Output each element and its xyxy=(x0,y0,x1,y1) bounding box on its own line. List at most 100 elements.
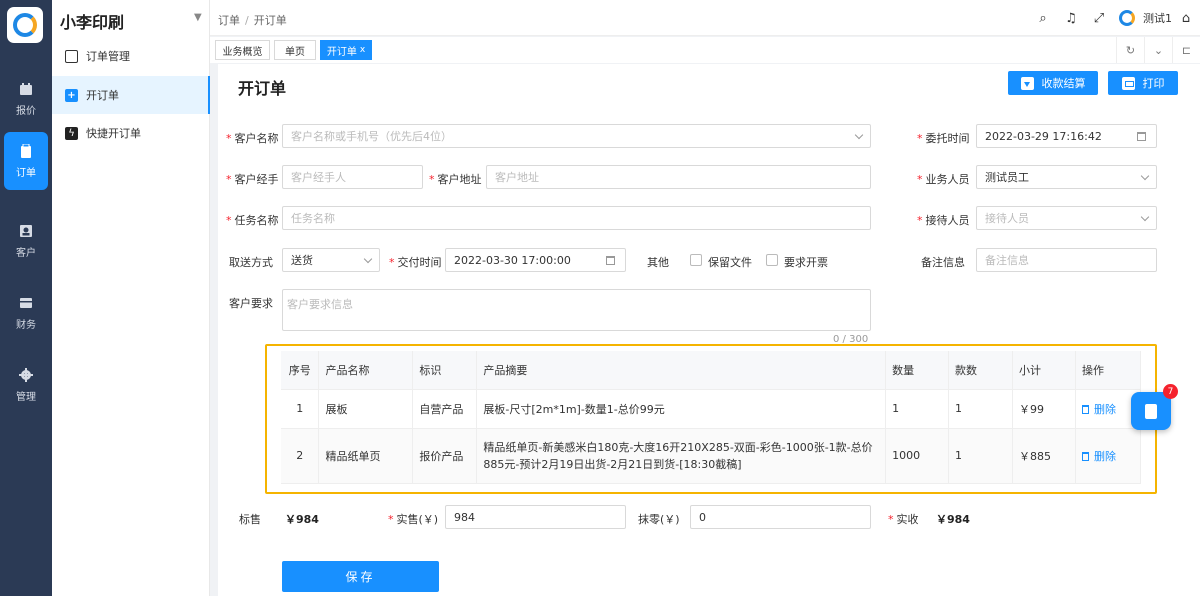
row-no: 1 xyxy=(281,389,320,429)
settle-button[interactable]: 收款结算 xyxy=(1008,71,1098,95)
table-header-cell: 标识 xyxy=(412,351,478,390)
delivery-method-select[interactable]: 送货 xyxy=(282,248,380,272)
row-subtotal: ￥885 xyxy=(1012,428,1076,484)
salesperson-select[interactable]: 测试员工 xyxy=(976,165,1157,189)
table-header-cell: 小计 xyxy=(1012,351,1076,390)
tab-new-order[interactable]: 开订单 x xyxy=(320,40,372,60)
receptionist-label: * 接待人员 xyxy=(917,214,970,227)
remarks-input[interactable]: 备注信息 xyxy=(976,248,1157,272)
rounding-input[interactable]: 0 xyxy=(690,505,871,529)
delete-button[interactable]: 删除 xyxy=(1081,450,1116,463)
page-title: 开订单 xyxy=(238,79,287,98)
row-subtotal: ￥99 xyxy=(1012,389,1076,429)
rail-item-order[interactable]: 订单 xyxy=(4,132,48,190)
tab-tools: ↻ ⌄ ⊏ xyxy=(1116,37,1200,63)
delete-button[interactable]: 删除 xyxy=(1081,403,1116,416)
rail-item-quote[interactable]: 报价 xyxy=(0,70,52,128)
bell-icon[interactable]: ♫ xyxy=(1057,11,1085,26)
trash-icon xyxy=(1081,451,1089,461)
task-name-label: * 任务名称 xyxy=(226,214,279,227)
entrust-time-picker[interactable]: 2022-03-29 17:16:42 xyxy=(976,124,1157,148)
row-styles: 1 xyxy=(948,389,1013,429)
print-button[interactable]: 打印 xyxy=(1108,71,1178,95)
row-summary: 展板-尺寸[2m*1m]-数量1-总价99元 xyxy=(476,389,887,429)
row-product-name: 精品纸单页 xyxy=(318,428,414,484)
keep-files-checkbox[interactable] xyxy=(690,254,702,266)
clipboard-icon xyxy=(21,143,31,158)
submenu-item-quick-order[interactable]: ϟ 快捷开订单 xyxy=(52,114,210,152)
search-icon[interactable]: ⌕ xyxy=(1029,11,1057,26)
customer-address-placeholder: 客户地址 xyxy=(495,171,539,184)
remarks-label: 备注信息 xyxy=(921,256,965,269)
submenu-item-new-order[interactable]: + 开订单 xyxy=(52,76,210,114)
breadcrumb: 订单 / 开订单 xyxy=(218,12,287,28)
tab-single-page[interactable]: 单页 xyxy=(274,40,316,60)
submenu-label: 开订单 xyxy=(86,89,119,102)
requirements-textarea[interactable]: 客户要求信息 xyxy=(282,289,871,331)
plus-square-icon: + xyxy=(65,88,78,102)
task-name-placeholder: 任务名称 xyxy=(291,212,335,225)
bolt-icon: ϟ xyxy=(65,126,78,140)
wallet-icon xyxy=(20,297,32,308)
table-header-cell: 产品摘要 xyxy=(476,351,887,390)
clipboard-icon xyxy=(1145,403,1157,419)
left-rail: 报价 订单 客户 财务 管理 xyxy=(0,0,52,596)
actual-sale-label: * 实售(￥) xyxy=(388,513,439,526)
rail-label: 财务 xyxy=(16,319,36,331)
delivery-method-value: 送货 xyxy=(291,254,313,267)
need-invoice-checkbox[interactable] xyxy=(766,254,778,266)
user-menu[interactable]: 测试1 xyxy=(1119,10,1172,26)
customer-address-input[interactable]: 客户地址 xyxy=(486,165,871,189)
row-no: 2 xyxy=(281,428,320,484)
rail-item-finance[interactable]: 财务 xyxy=(0,284,52,342)
table-header-cell: 产品名称 xyxy=(318,351,414,390)
actual-sale-input[interactable]: 984 xyxy=(445,505,626,529)
entrust-time-label: * 委托时间 xyxy=(917,132,970,145)
table-header-cell: 操作 xyxy=(1075,351,1142,390)
tab-close-icon[interactable]: x xyxy=(360,45,365,55)
tab-overview[interactable]: 业务概览 xyxy=(215,40,270,60)
row-quantity: 1000 xyxy=(885,428,950,484)
product-table: 序号 产品名称 标识 产品摘要 数量 款数 小计 操作 1 展板 自营产品 展板… xyxy=(281,351,1142,484)
rail-item-manage[interactable]: 管理 xyxy=(0,356,52,414)
save-button[interactable]: 保存 xyxy=(282,561,439,592)
submenu-item-order-management[interactable]: 订单管理 xyxy=(52,37,210,75)
refresh-icon[interactable]: ↻ xyxy=(1116,37,1144,63)
tab-label: 开订单 xyxy=(326,46,357,58)
customer-name-select[interactable]: 客户名称或手机号（优先后4位） xyxy=(282,124,871,148)
pin-icon[interactable]: ▼ xyxy=(194,12,202,23)
customer-agent-input[interactable]: 客户经手人 xyxy=(282,165,423,189)
table-row: 2 精品纸单页 报价产品 精品纸单页-新美感米白180克-大度16开210X28… xyxy=(281,428,1142,484)
tab-menu-icon[interactable]: ⊏ xyxy=(1172,37,1200,63)
app-logo[interactable] xyxy=(7,7,43,43)
chevron-down-icon xyxy=(363,254,373,264)
trash-icon xyxy=(1081,404,1089,414)
app-title: 小李印刷 xyxy=(60,13,125,32)
customer-agent-placeholder: 客户经手人 xyxy=(291,171,346,184)
delivery-time-picker[interactable]: 2022-03-30 17:00:00 xyxy=(445,248,626,272)
keep-files-label[interactable]: 保留文件 xyxy=(708,254,752,270)
floating-clipboard-button[interactable] xyxy=(1131,392,1171,430)
notification-badge: 7 xyxy=(1163,384,1178,399)
task-name-input[interactable]: 任务名称 xyxy=(282,206,871,230)
row-product-name: 展板 xyxy=(318,389,414,429)
rounding-label: 抹零(￥) xyxy=(638,513,680,526)
avatar xyxy=(1119,10,1135,26)
print-label: 打印 xyxy=(1142,77,1165,90)
delivery-method-label: 取送方式 xyxy=(229,256,273,269)
need-invoice-label[interactable]: 要求开票 xyxy=(784,254,828,270)
table-header-cell: 序号 xyxy=(281,351,320,390)
shirt-icon[interactable]: ⌂ xyxy=(1172,11,1200,26)
receptionist-select[interactable]: 接待人员 xyxy=(976,206,1157,230)
delivery-time-value: 2022-03-30 17:00:00 xyxy=(454,253,571,267)
chevron-down-icon[interactable]: ⌄ xyxy=(1144,37,1172,63)
tab-label: 单页 xyxy=(285,46,305,58)
fullscreen-icon[interactable]: ⤢ xyxy=(1085,11,1113,26)
row-tag: 报价产品 xyxy=(412,428,478,484)
calendar-icon xyxy=(1137,132,1146,141)
breadcrumb-item[interactable]: 订单 xyxy=(218,14,240,27)
calendar-icon xyxy=(606,256,615,265)
submenu-panel: 小李印刷 订单管理 + 开订单 ϟ 快捷开订单 xyxy=(52,0,210,596)
rail-item-customer[interactable]: 客户 xyxy=(0,212,52,270)
printer-icon xyxy=(1121,76,1135,90)
